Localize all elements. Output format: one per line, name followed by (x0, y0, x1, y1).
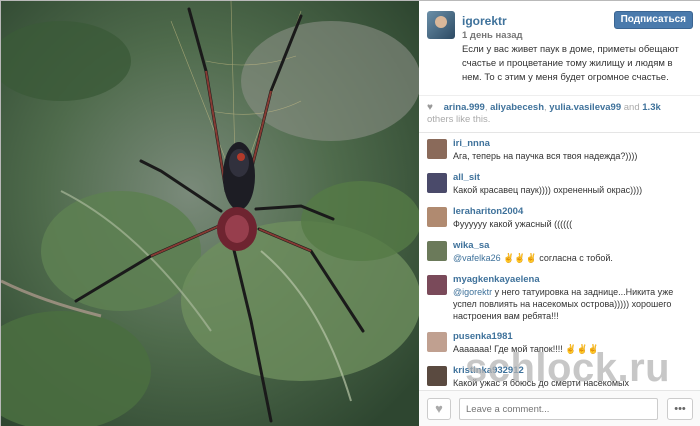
avatar[interactable] (427, 173, 447, 193)
comment-text: Какой красавец паук)))) охрененный окрас… (453, 185, 643, 195)
list-item: lerahariton2004 Фуууууу какой ужасный ((… (419, 201, 700, 235)
watermark: schlock.ru (465, 346, 671, 390)
post-header: igorektr Подписаться 1 день назад Если у… (419, 1, 700, 94)
comment-username[interactable]: myagkenkayaelena (453, 273, 687, 286)
avatar[interactable] (427, 241, 447, 261)
author-avatar[interactable] (427, 11, 455, 39)
likes-others-label: others like this. (427, 114, 491, 125)
author-username[interactable]: igorektr (462, 14, 507, 28)
list-item: wika_sa @vafelka26 ✌✌✌ согласна с тобой. (419, 235, 700, 269)
post-timestamp[interactable]: 1 день назад (462, 30, 523, 41)
post-modal: igorektr Подписаться 1 день назад Если у… (0, 0, 700, 426)
post-caption: Если у вас живет паук в доме, приметы об… (462, 44, 679, 83)
post-photo[interactable] (1, 1, 419, 426)
list-item: myagkenkayaelena @igorektr у него татуир… (419, 269, 700, 326)
comment-username[interactable]: all_sit (453, 171, 687, 184)
comment-mention[interactable]: @vafelka26 (453, 253, 501, 263)
comment-mention[interactable]: @igorektr (453, 287, 492, 297)
like-user[interactable]: aliyabecesh (490, 102, 544, 113)
comment-text: Фуууууу какой ужасный (((((( (453, 219, 573, 229)
heart-icon: ♥ (435, 401, 443, 416)
avatar[interactable] (427, 207, 447, 227)
comment-text: Ага, теперь на паучка вся твоя надежда?)… (453, 151, 638, 161)
comment-username[interactable]: iri_nnna (453, 137, 687, 150)
like-user[interactable]: arina.999 (444, 102, 485, 113)
avatar[interactable] (427, 275, 447, 295)
like-user[interactable]: yulia.vasileva99 (549, 102, 621, 113)
list-item: all_sit Какой красавец паук)))) охрененн… (419, 167, 700, 201)
list-item: iri_nnna Ага, теперь на паучка вся твоя … (419, 133, 700, 167)
likes-and: and (623, 102, 640, 113)
comment-username[interactable]: wika_sa (453, 239, 687, 252)
comment-text: @vafelka26 ✌✌✌ согласна с тобой. (453, 252, 687, 264)
avatar[interactable] (427, 332, 447, 352)
comment-input[interactable] (459, 398, 658, 420)
comment-text: @igorektr у него татуировка на заднице..… (453, 286, 687, 322)
comment-footer: ♥ ••• (419, 390, 700, 426)
more-icon[interactable]: ••• (667, 398, 693, 420)
comment-body: ✌✌✌ согласна с тобой. (500, 253, 613, 263)
heart-icon: ♥ (427, 102, 433, 113)
spider-photo (1, 1, 419, 426)
likes-others-count[interactable]: 1.3k (642, 102, 661, 113)
comment-username[interactable]: pusenka1981 (453, 330, 687, 343)
comment-username[interactable]: lerahariton2004 (453, 205, 687, 218)
follow-button[interactable]: Подписаться (613, 11, 693, 29)
like-button[interactable]: ♥ (427, 398, 451, 420)
avatar[interactable] (427, 366, 447, 386)
likes-summary: ♥ arina.999, aliyabecesh, yulia.vasileva… (419, 95, 700, 129)
avatar[interactable] (427, 139, 447, 159)
